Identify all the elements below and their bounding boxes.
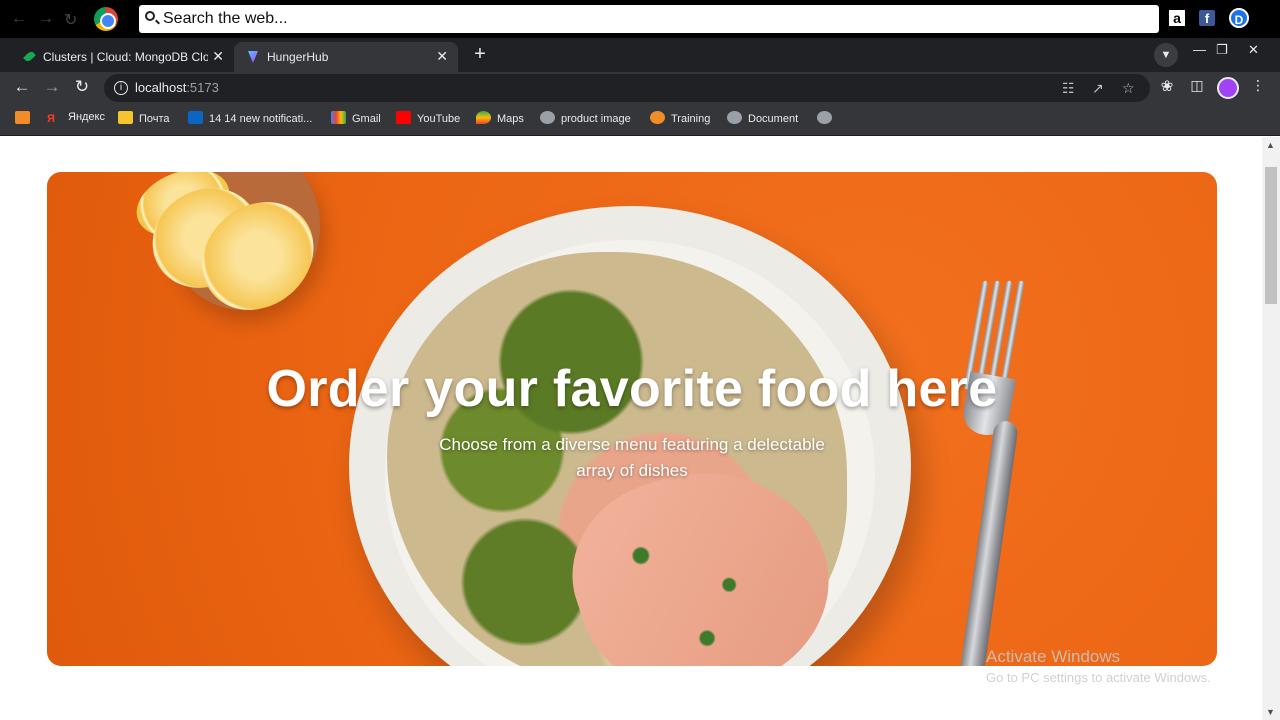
bookmark-label: Document [748,113,799,125]
bookmark-linkedin[interactable]: 14 14 new notificati... [188,111,312,129]
vertical-scrollbar[interactable]: ▲ ▼ [1262,137,1280,720]
tab-hungerhub[interactable]: HungerHub ✕ [234,42,458,72]
youtube-icon [396,111,411,124]
address-bar[interactable]: i localhost:5173 ☷ ↗ ☆ [104,74,1150,102]
bookmark-youtube[interactable]: YouTube [396,111,460,129]
hero-title: Order your favorite food here [266,360,998,418]
forward-arrow-icon: → [38,10,54,27]
bookmark-star-icon[interactable]: ☆ [1122,80,1135,97]
top-search-strip: ← → ↻ a f D [0,0,1280,38]
close-tab-icon[interactable]: ✕ [212,48,224,65]
browser-toolbar: ← → ↻ i localhost:5173 ☷ ↗ ☆ ❀ ◫ ⋮ [0,72,1280,104]
mongodb-leaf-icon [23,50,36,63]
bookmark-label: Training [671,113,711,125]
bookmark-swiggy[interactable] [15,111,36,129]
bookmark-product-image[interactable]: product image [540,111,631,129]
close-tab-icon[interactable]: ✕ [436,48,448,65]
amazon-icon[interactable]: a [1169,10,1185,26]
minimize-icon[interactable]: — [1193,42,1206,57]
site-info-icon[interactable]: i [114,81,128,95]
reload-button[interactable]: ↻ [72,77,92,97]
windows-activation-watermark: Activate Windows Go to PC settings to ac… [986,647,1211,685]
share-icon[interactable]: ↗ [1092,80,1104,97]
watermark-title: Activate Windows [986,647,1121,666]
bookmark-label: Gmail [352,113,381,125]
address-url[interactable]: localhost:5173 [135,80,219,95]
search-icon [145,11,155,21]
tab-label: HungerHub [267,50,329,64]
bookmark-label: 14 14 new notificati... [209,113,313,125]
globe-icon [727,111,742,124]
tab-search-button[interactable]: ▼ [1154,43,1178,67]
fork-handle [959,419,1019,666]
bookmark-label: Maps [497,113,524,125]
gmail-icon [331,111,346,124]
restore-icon[interactable]: ❐ [1216,42,1228,58]
hero-banner: Order your favorite food here Choose fro… [47,172,1217,666]
tab-label: Clusters | Cloud: MongoDB Cloud [43,50,208,64]
close-window-icon[interactable]: ✕ [1248,42,1259,58]
vite-icon [248,51,258,63]
bookmark-yandex[interactable]: Я Яндекс [47,111,105,129]
swiggy-icon [15,111,30,124]
yandex-icon: Я [47,113,55,125]
tab-strip: Clusters | Cloud: MongoDB Cloud ✕ Hunger… [0,38,1280,72]
bookmark-label: Яндекс [68,111,105,123]
linkedin-icon [188,111,203,124]
bookmark-globe[interactable] [817,111,838,129]
training-icon [650,111,665,124]
menu-kebab-icon[interactable]: ⋮ [1248,77,1268,94]
facebook-icon[interactable]: f [1199,10,1215,26]
bookmark-pochta[interactable]: Почта [118,111,170,129]
bookmark-document[interactable]: Document [727,111,798,129]
new-tab-button[interactable]: + [468,42,492,66]
extensions-puzzle-icon[interactable]: ❀ [1157,77,1177,95]
bookmark-label: YouTube [417,113,461,125]
bookmark-gmail[interactable]: Gmail [331,111,381,129]
side-panel-icon[interactable]: ◫ [1187,77,1207,94]
d-extension-icon[interactable]: D [1229,8,1249,28]
scroll-down-icon[interactable]: ▼ [1266,707,1275,717]
watermark-subtitle: Go to PC settings to activate Windows. [986,670,1211,685]
bookmark-label: product image [561,113,631,125]
scroll-up-icon[interactable]: ▲ [1266,140,1275,150]
back-button[interactable]: ← [12,77,32,97]
tab-mongodb[interactable]: Clusters | Cloud: MongoDB Cloud ✕ [10,42,234,72]
web-search-bar[interactable] [139,5,1159,33]
profile-avatar[interactable] [1217,77,1239,99]
bookmark-training[interactable]: Training [650,111,710,129]
globe-icon [817,111,832,124]
fork-image [959,280,1025,666]
page-content: Order your favorite food here Choose fro… [0,137,1262,720]
reload-icon: ↻ [64,12,78,29]
mail-icon [118,111,133,124]
web-search-input[interactable] [163,8,1143,30]
maps-icon [476,111,491,124]
globe-icon [540,111,555,124]
bookmark-label: Почта [139,113,170,125]
bookmarks-bar: Я Яндекс Почта 14 14 new notificati... Gm… [0,104,1280,136]
chrome-logo-icon[interactable] [94,7,118,31]
bookmark-maps[interactable]: Maps [476,111,524,129]
back-arrow-icon: ← [11,10,27,27]
translate-icon[interactable]: ☷ [1062,80,1075,97]
scrollbar-thumb[interactable] [1265,167,1277,304]
hero-subtitle: Choose from a diverse menu featuring a d… [439,435,825,480]
forward-button[interactable]: → [42,77,62,97]
